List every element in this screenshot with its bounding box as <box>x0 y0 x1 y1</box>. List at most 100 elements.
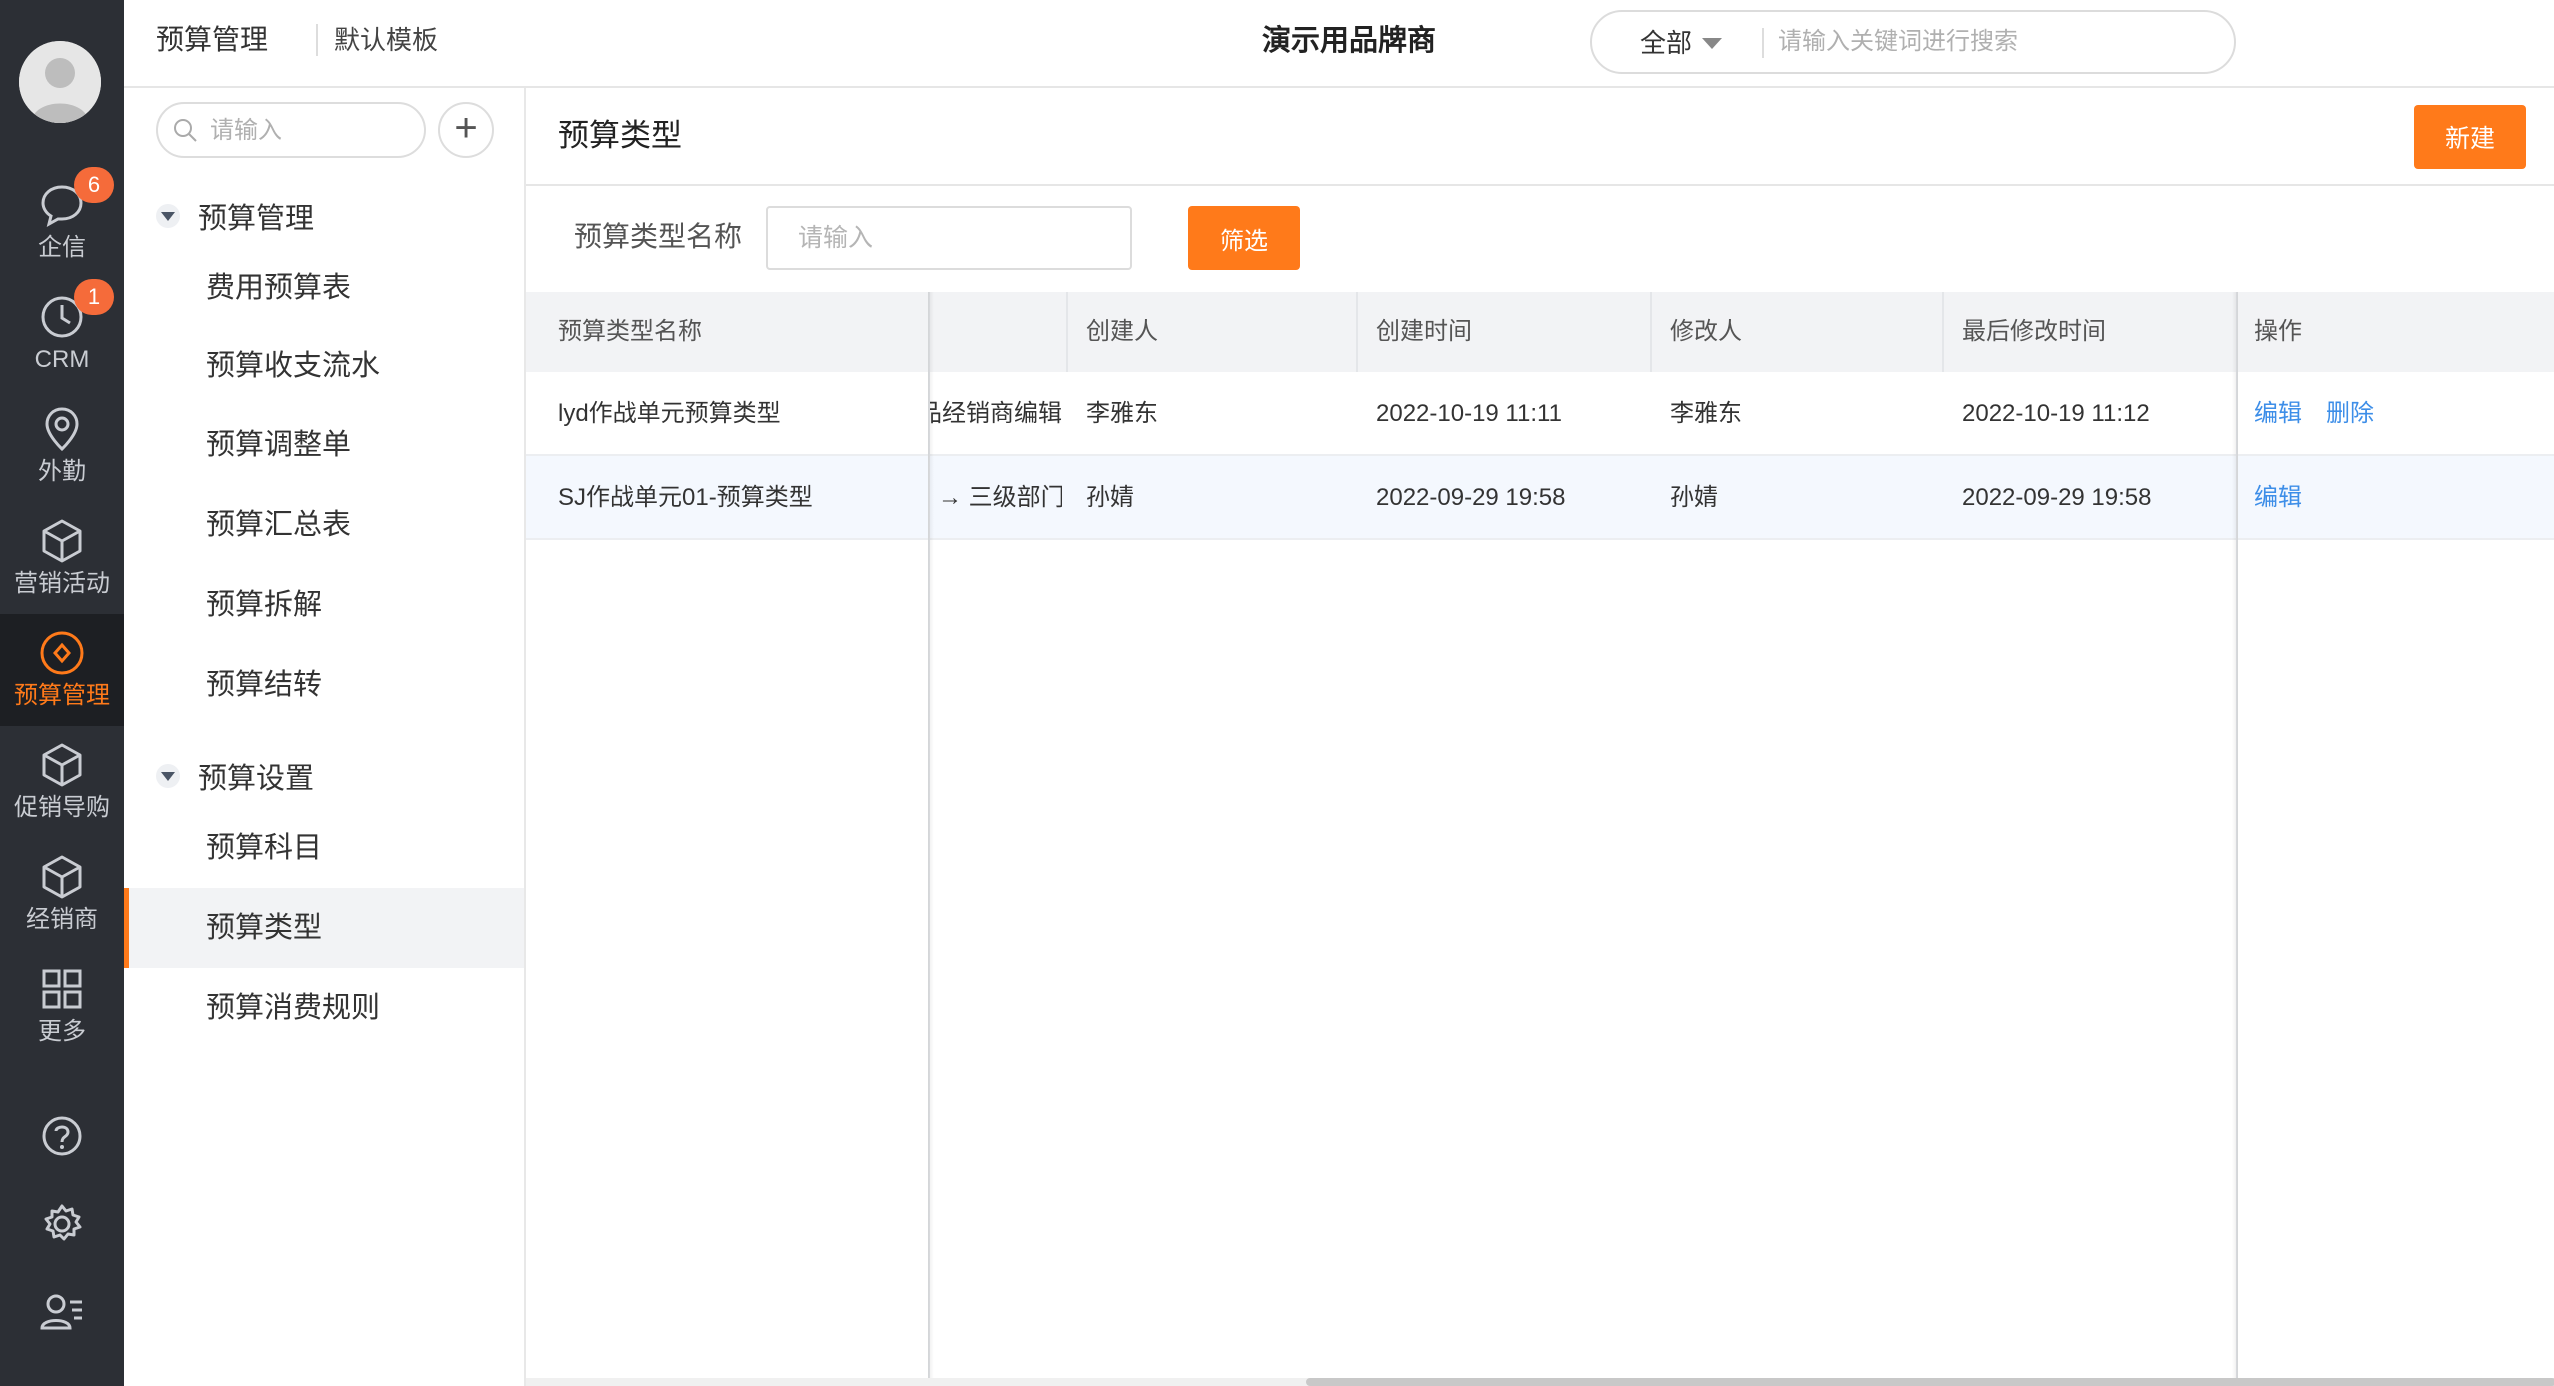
unread-badge: 1 <box>74 279 114 315</box>
column-divider <box>1942 292 1944 372</box>
sidebar-search-input[interactable] <box>210 112 410 150</box>
cell-scope: → 三级部门 <box>938 484 1062 511</box>
sidebar-item-budget-summary[interactable]: 预算汇总表 <box>124 485 524 565</box>
table-row[interactable]: lyd作战单元预算类型 产品经销商编辑 李雅东 2022-10-19 11:11… <box>526 372 2554 456</box>
cube-icon <box>42 519 82 563</box>
edit-link[interactable]: 编辑 <box>2254 456 2302 540</box>
company-name: 演示用品牌商 <box>1262 25 1437 57</box>
caret-down-icon <box>156 204 180 228</box>
table-row[interactable]: SJ作战单元01-预算类型 → 三级部门 孙婧 2022-09-29 19:58… <box>526 456 2554 540</box>
top-header: 预算管理 默认模板 演示用品牌商 全部 <box>124 0 2554 88</box>
delete-link[interactable]: 删除 <box>2326 372 2374 456</box>
column-divider <box>1650 292 1652 372</box>
app-rail: 6 企信 1 CRM 外勤 营销活动 预算管理 促销导购 经销商 更多 <box>0 0 124 1386</box>
chevron-down-icon[interactable] <box>1702 38 1722 49</box>
column-header-created-time[interactable]: 创建时间 <box>1376 292 1472 372</box>
cell-modifier: 李雅东 <box>1670 400 1742 427</box>
column-header-modifier[interactable]: 修改人 <box>1670 292 1742 372</box>
caret-down-icon <box>156 764 180 788</box>
location-pin-icon <box>45 407 79 452</box>
rail-item-label: 促销导购 <box>14 794 110 821</box>
page-title: 预算类型 <box>558 118 682 153</box>
budget-type-table: 预算类型名称 创建人 创建时间 修改人 最后修改时间 操作 lyd作战单元预算类… <box>526 292 2554 1386</box>
new-button[interactable]: 新建 <box>2414 105 2526 169</box>
breadcrumb-app[interactable]: 预算管理 <box>156 20 268 60</box>
rail-item-label: 企信 <box>38 234 86 261</box>
breadcrumb-template[interactable]: 默认模板 <box>334 20 438 60</box>
cell-creator: 李雅东 <box>1086 400 1158 427</box>
edit-link[interactable]: 编辑 <box>2254 372 2302 456</box>
grid-icon <box>42 969 82 1009</box>
cell-name: lyd作战单元预算类型 <box>558 400 781 427</box>
sidebar-item-budget-type[interactable]: 预算类型 <box>124 888 524 968</box>
rail-item-label: 经销商 <box>26 906 98 933</box>
rail-item-field[interactable]: 外勤 <box>0 390 124 502</box>
sidebar-group-label: 预算设置 <box>198 763 315 795</box>
add-button[interactable]: + <box>438 102 494 158</box>
budget-icon <box>40 631 84 675</box>
column-header-name[interactable]: 预算类型名称 <box>558 292 702 372</box>
rail-item-label: 营销活动 <box>14 570 110 597</box>
rail-item-label: CRM <box>34 346 90 373</box>
column-header-modified-time[interactable]: 最后修改时间 <box>1962 292 2106 372</box>
table-header: 预算类型名称 创建人 创建时间 修改人 最后修改时间 操作 <box>526 292 2554 372</box>
sidebar-item-budget-split[interactable]: 预算拆解 <box>124 565 524 645</box>
rail-item-more[interactable]: 更多 <box>0 950 124 1062</box>
column-divider <box>1356 292 1358 372</box>
sidebar-group-label: 预算管理 <box>198 203 315 235</box>
rail-item-dealer[interactable]: 经销商 <box>0 838 124 950</box>
main-content: 预算类型 新建 预算类型名称 筛选 预算类型名称 创建人 创建时间 修改人 最后… <box>524 88 2554 1386</box>
fixed-column-shadow <box>2232 292 2238 1378</box>
rail-item-budget[interactable]: 预算管理 <box>0 614 124 726</box>
filter-button[interactable]: 筛选 <box>1188 206 1300 270</box>
sidebar-item-expense-budget[interactable]: 费用预算表 <box>124 248 524 328</box>
search-scope-select[interactable]: 全部 <box>1640 24 1692 62</box>
breadcrumb-divider <box>316 24 318 56</box>
scrollbar-thumb[interactable] <box>1306 1378 2554 1386</box>
global-search-input[interactable] <box>1778 20 2218 64</box>
secondary-sidebar: + 预算管理 费用预算表 预算收支流水 预算调整单 预算汇总表 预算拆解 预算结… <box>124 88 524 1386</box>
cell-name: SJ作战单元01-预算类型 <box>558 484 813 511</box>
help-button[interactable] <box>38 1112 86 1160</box>
user-avatar-icon <box>19 41 101 123</box>
user-manage-button[interactable] <box>38 1288 86 1336</box>
settings-button[interactable] <box>38 1200 86 1248</box>
sidebar-item-budget-consume-rule[interactable]: 预算消费规则 <box>124 968 524 1048</box>
sidebar-search <box>156 102 426 158</box>
sidebar-item-budget-subject[interactable]: 预算科目 <box>124 808 524 888</box>
sidebar-item-budget-flow[interactable]: 预算收支流水 <box>124 326 524 406</box>
avatar[interactable] <box>19 41 101 123</box>
help-icon <box>42 1116 82 1156</box>
rail-item-qixin[interactable]: 6 企信 <box>0 166 124 278</box>
cell-created-time: 2022-10-19 11:11 <box>1376 400 1562 427</box>
rail-item-label: 预算管理 <box>14 682 110 709</box>
rail-item-marketing[interactable]: 营销活动 <box>0 502 124 614</box>
user-manage-icon <box>40 1294 82 1330</box>
cell-creator: 孙婧 <box>1086 484 1134 511</box>
column-divider <box>1066 292 1068 372</box>
sidebar-item-budget-carryover[interactable]: 预算结转 <box>124 645 524 725</box>
rail-item-crm[interactable]: 1 CRM <box>0 278 124 390</box>
global-search: 全部 <box>1590 10 2236 74</box>
rail-item-label: 外勤 <box>38 458 86 485</box>
column-header-creator[interactable]: 创建人 <box>1086 292 1158 372</box>
budget-type-name-input[interactable] <box>766 206 1132 270</box>
cell-scope: 产品经销商编辑 <box>928 400 1062 427</box>
sidebar-group-budget-settings[interactable]: 预算设置 <box>156 752 314 800</box>
page-header: 预算类型 新建 <box>526 88 2554 186</box>
cube-icon <box>42 743 82 787</box>
unread-badge: 6 <box>74 167 114 203</box>
cell-created-time: 2022-09-29 19:58 <box>1376 484 1566 511</box>
fixed-column-shadow <box>928 292 934 1378</box>
sidebar-item-budget-adjust[interactable]: 预算调整单 <box>124 405 524 485</box>
cell-modified-time: 2022-09-29 19:58 <box>1962 484 2152 511</box>
search-divider <box>1762 28 1764 58</box>
cube-icon <box>42 855 82 899</box>
search-icon <box>174 119 197 142</box>
column-header-actions: 操作 <box>2254 318 2302 345</box>
sidebar-group-budget-management[interactable]: 预算管理 <box>156 192 314 240</box>
cell-modifier: 孙婧 <box>1670 484 1718 511</box>
settings-icon <box>44 1204 82 1241</box>
rail-item-promotion[interactable]: 促销导购 <box>0 726 124 838</box>
rail-item-label: 更多 <box>38 1018 86 1045</box>
